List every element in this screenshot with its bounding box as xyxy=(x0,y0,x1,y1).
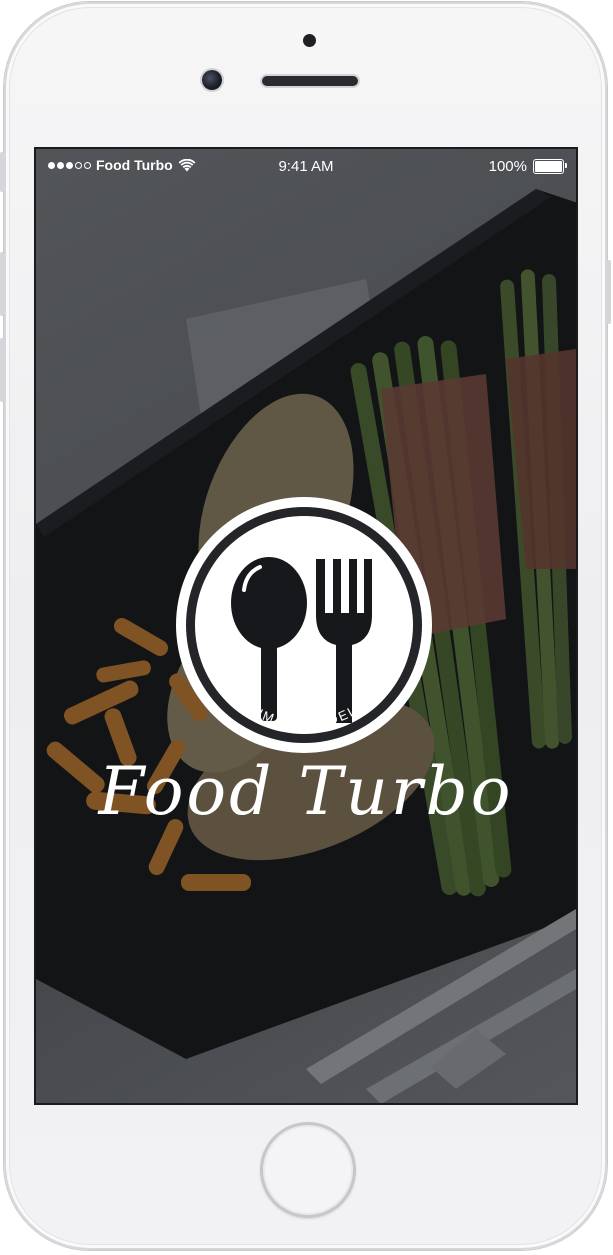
status-right: 100% xyxy=(488,158,567,175)
logo-inner-circle xyxy=(195,516,413,734)
battery-icon xyxy=(533,159,567,174)
brand-name: Food Turbo xyxy=(98,753,514,830)
proximity-sensor xyxy=(303,34,316,47)
app-screen: Food Turbo 9:41 AM 100% PREMIUM FOOD DEL… xyxy=(36,149,576,1103)
power-button xyxy=(607,260,611,324)
volume-down-button xyxy=(0,338,4,402)
battery-percent: 100% xyxy=(488,158,527,175)
front-camera-icon xyxy=(202,70,222,90)
earpiece-speaker xyxy=(262,76,358,86)
mute-switch xyxy=(0,152,4,192)
logo-emblem: PREMIUM FOOD DELIVERY xyxy=(176,497,432,753)
battery-level xyxy=(535,161,562,172)
app-logo: PREMIUM FOOD DELIVERY xyxy=(174,495,434,755)
status-bar: Food Turbo 9:41 AM 100% xyxy=(36,149,576,185)
home-button[interactable] xyxy=(260,1122,356,1218)
volume-up-button xyxy=(0,252,4,316)
